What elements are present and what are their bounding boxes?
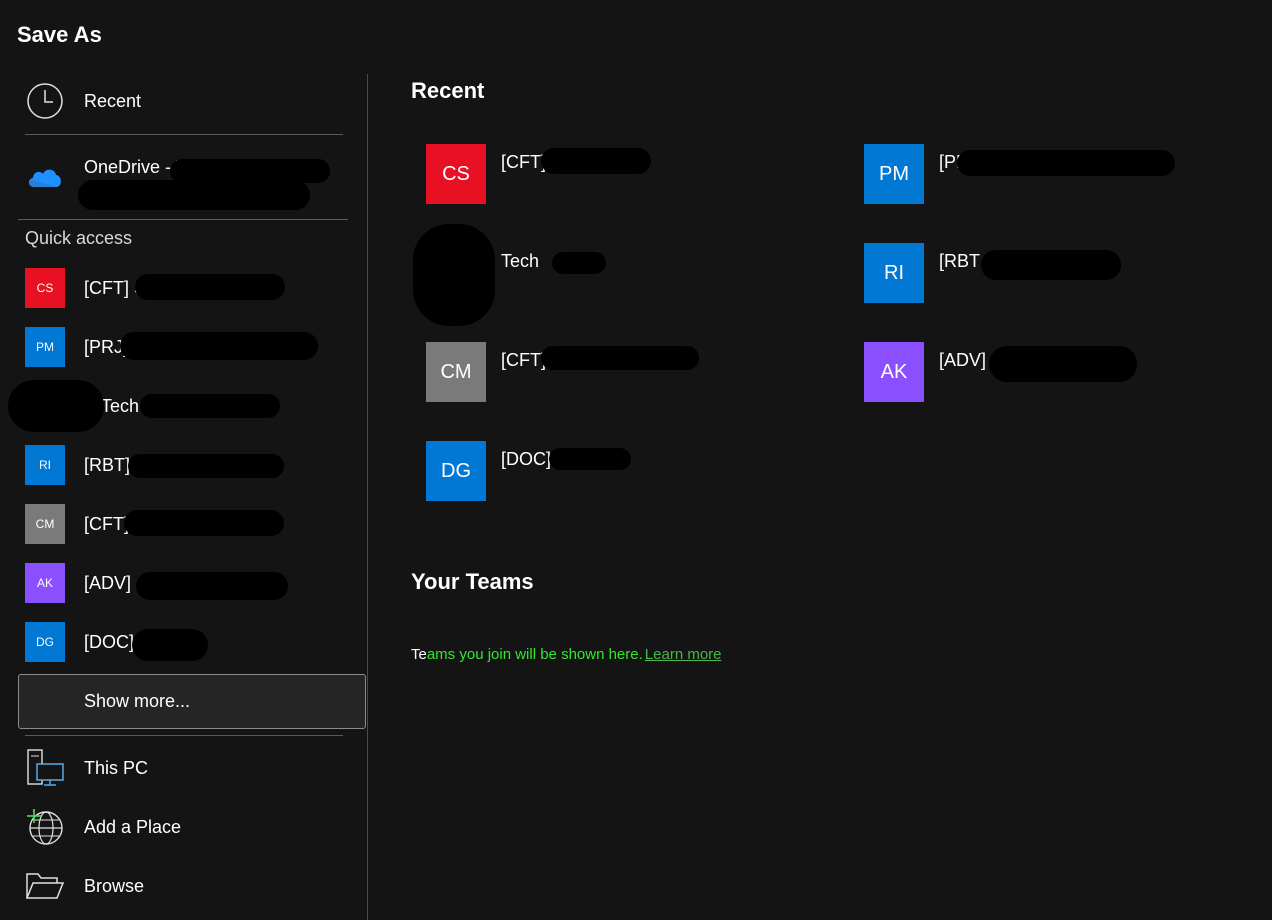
quick-access-item-label: [CFT] xyxy=(84,513,129,534)
nav-browse[interactable]: Browse xyxy=(25,866,355,906)
redaction xyxy=(132,629,208,661)
divider xyxy=(18,219,348,220)
globe-add-icon xyxy=(25,807,65,847)
nav-recent-label: Recent xyxy=(84,90,142,111)
site-tile: RI xyxy=(25,445,65,485)
nav-add-place[interactable]: Add a Place xyxy=(25,807,355,847)
site-tile: PM xyxy=(864,144,924,204)
divider xyxy=(25,134,343,135)
site-tile: CS xyxy=(426,144,486,204)
redaction xyxy=(120,332,318,360)
quick-access-heading: Quick access xyxy=(25,228,133,248)
quick-access-item-label: [ADV] xyxy=(84,572,132,593)
recent-item-label: [ADV] xyxy=(939,350,987,370)
recent-heading: Recent xyxy=(411,78,485,103)
recent-item-label: [DOC] xyxy=(501,449,552,469)
main-panel: Recent CS [CFT] PM [PR Tech RI [RBT CM [… xyxy=(369,74,1272,920)
redaction xyxy=(135,274,285,300)
recent-item-label: Tech xyxy=(501,251,540,271)
nav-this-pc[interactable]: This PC xyxy=(25,748,355,788)
teams-message-text: ams you join will be shown here. xyxy=(426,646,643,663)
quick-access-item-label: [DOC] xyxy=(84,631,135,652)
redaction xyxy=(78,180,310,210)
site-tile: CM xyxy=(426,342,486,402)
redaction xyxy=(140,394,280,418)
folder-open-icon xyxy=(25,866,65,906)
site-tile: CM xyxy=(25,504,65,544)
nav-recent[interactable]: Recent xyxy=(25,81,355,121)
learn-more-link[interactable]: Learn more xyxy=(645,646,722,663)
site-tile: RI xyxy=(864,243,924,303)
sidebar: Recent OneDrive - V Quick access CS [CFT… xyxy=(0,74,368,920)
nav-this-pc-label: This PC xyxy=(84,757,149,778)
computer-icon xyxy=(25,748,65,788)
page-title: Save As xyxy=(17,22,102,47)
redaction xyxy=(413,224,495,326)
site-tile: AK xyxy=(25,563,65,603)
recent-item-label: [RBT xyxy=(939,251,981,271)
recent-item-label: [CFT] xyxy=(501,152,546,172)
site-tile: AK xyxy=(864,342,924,402)
your-teams-heading: Your Teams xyxy=(411,569,534,594)
redaction xyxy=(549,448,631,470)
divider xyxy=(25,735,343,736)
redaction xyxy=(981,250,1121,280)
site-tile: DG xyxy=(25,622,65,662)
recent-item-label: [CFT] xyxy=(501,350,546,370)
clock-icon xyxy=(25,81,65,121)
redaction xyxy=(541,148,651,174)
quick-access-item-label: [RBT] xyxy=(84,454,131,475)
redaction xyxy=(124,510,284,536)
nav-browse-label: Browse xyxy=(84,875,145,896)
teams-message: Teams you join will be shown here. Learn … xyxy=(411,646,722,663)
redaction xyxy=(8,380,104,432)
redaction xyxy=(128,454,284,478)
redaction xyxy=(989,346,1137,382)
site-tile: DG xyxy=(426,441,486,501)
redaction xyxy=(541,346,699,370)
show-more-button[interactable]: Show more... xyxy=(18,674,366,729)
nav-add-place-label: Add a Place xyxy=(84,816,182,837)
onedrive-cloud-icon xyxy=(25,156,65,196)
quick-access-item-label: Tech xyxy=(101,395,140,416)
redaction xyxy=(957,150,1175,176)
redaction xyxy=(552,252,606,274)
site-tile: CS xyxy=(25,268,65,308)
redaction xyxy=(136,572,288,600)
teams-message-first: Te xyxy=(411,646,427,663)
site-tile: PM xyxy=(25,327,65,367)
